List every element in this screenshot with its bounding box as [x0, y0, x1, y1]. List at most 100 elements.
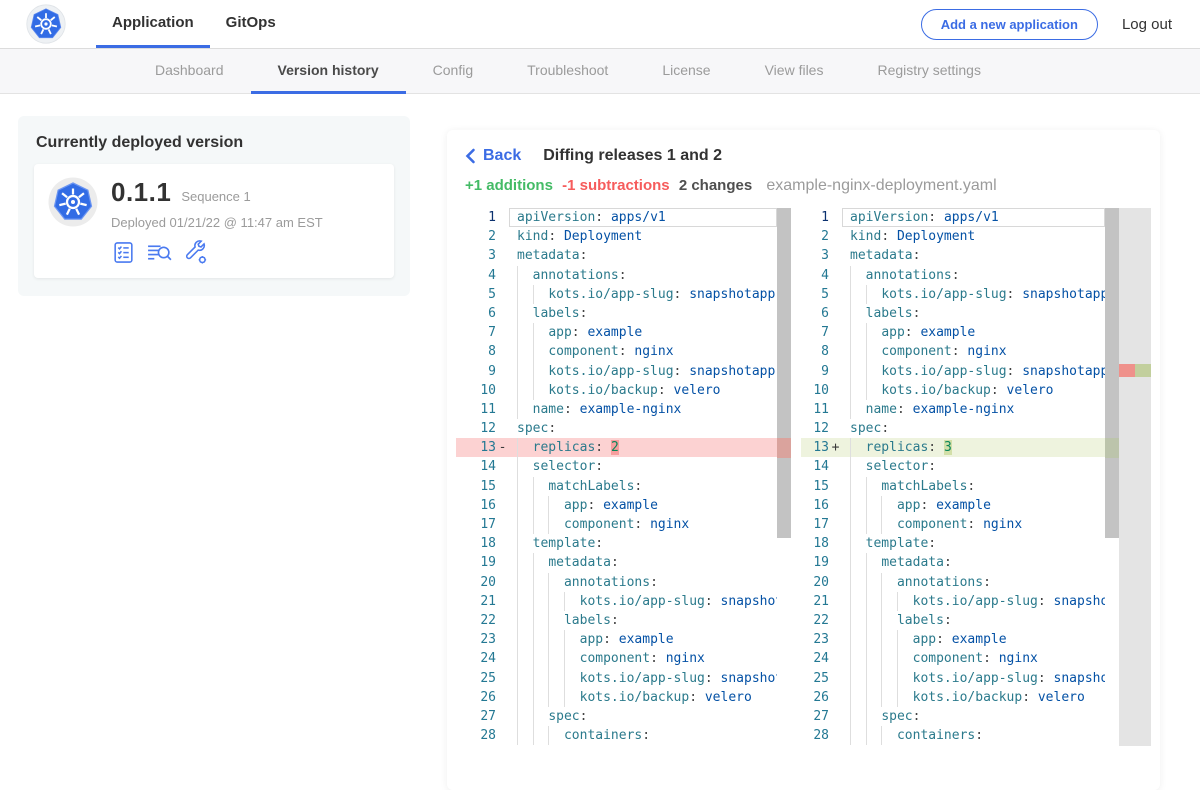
code-line-10: 10 kots.io/backup: velero — [801, 381, 1105, 400]
code-line-26: 26 kots.io/backup: velero — [801, 688, 1105, 707]
code-line-18: 18 template: — [456, 534, 777, 553]
subtractions-count: -1 subtractions — [562, 177, 670, 194]
checklist-icon[interactable] — [111, 240, 136, 265]
deployed-card-title: Currently deployed version — [36, 134, 394, 152]
deployed-action-icons — [111, 240, 323, 265]
code-line-20: 20 annotations: — [801, 573, 1105, 592]
code-line-13-added: 13+ replicas: 3 — [801, 438, 1105, 457]
additions-count: +1 additions — [465, 177, 553, 194]
code-line-11: 11 name: example-nginx — [456, 400, 777, 419]
subnav-item-registry-settings[interactable]: Registry settings — [850, 49, 1007, 94]
deployed-version-tile: 0.1.1 Sequence 1 Deployed 01/21/22 @ 11:… — [34, 164, 394, 278]
diff-stats: +1 additions -1 subtractions 2 changes e… — [447, 165, 1160, 208]
code-line-27: 27 spec: — [801, 707, 1105, 726]
code-line-11: 11 name: example-nginx — [801, 400, 1105, 419]
code-line-6: 6 labels: — [801, 304, 1105, 323]
diff-header: Back Diffing releases 1 and 2 — [447, 130, 1160, 165]
deployed-timestamp: Deployed 01/21/22 @ 11:47 am EST — [111, 215, 323, 230]
ruler-removed-marker — [1119, 364, 1135, 377]
changes-count: 2 changes — [679, 177, 752, 194]
code-line-6: 6 labels: — [456, 304, 777, 323]
code-line-17: 17 component: nginx — [456, 515, 777, 534]
code-line-28: 28 containers: — [801, 726, 1105, 745]
code-line-14: 14 selector: — [456, 457, 777, 476]
code-line-16: 16 app: example — [801, 496, 1105, 515]
top-bar: Application GitOps Add a new application… — [0, 0, 1200, 48]
subnav-item-config[interactable]: Config — [406, 49, 500, 94]
code-line-14: 14 selector: — [801, 457, 1105, 476]
code-line-19: 19 metadata: — [456, 553, 777, 572]
ruler-added-marker — [1135, 364, 1151, 377]
code-line-1: 1apiVersion: apps/v1 — [801, 208, 1105, 227]
code-line-16: 16 app: example — [456, 496, 777, 515]
diff-editors: 1apiVersion: apps/v12kind: Deployment3me… — [447, 208, 1160, 746]
code-line-12: 12spec: — [801, 419, 1105, 438]
code-line-21: 21 kots.io/app-slug: snapshotap — [801, 592, 1105, 611]
diff-panel: Back Diffing releases 1 and 2 +1 additio… — [447, 130, 1160, 790]
diff-title: Diffing releases 1 and 2 — [543, 147, 722, 165]
code-line-15: 15 matchLabels: — [456, 477, 777, 496]
subnav-item-version-history[interactable]: Version history — [251, 49, 406, 94]
scrollbar-added-line-marker — [1105, 438, 1119, 457]
code-line-19: 19 metadata: — [801, 553, 1105, 572]
code-line-8: 8 component: nginx — [456, 342, 777, 361]
code-line-9: 9 kots.io/app-slug: snapshotapp-mu — [801, 362, 1105, 381]
tab-application[interactable]: Application — [96, 0, 210, 48]
code-line-4: 4 annotations: — [801, 266, 1105, 285]
code-line-24: 24 component: nginx — [801, 649, 1105, 668]
wrench-gear-icon[interactable] — [183, 240, 208, 265]
subnav-item-troubleshoot[interactable]: Troubleshoot — [500, 49, 635, 94]
scrollbar-thumb[interactable] — [777, 208, 791, 538]
code-line-13-removed: 13- replicas: 2 — [456, 438, 777, 457]
view-logs-icon[interactable] — [146, 240, 173, 265]
back-button[interactable]: Back — [465, 147, 521, 165]
code-line-5: 5 kots.io/app-slug: snapshotapp-mu — [456, 285, 777, 304]
diff-pane-original[interactable]: 1apiVersion: apps/v12kind: Deployment3me… — [456, 208, 791, 746]
overview-ruler — [1119, 208, 1151, 746]
chevron-left-icon — [465, 148, 476, 164]
code-line-4: 4 annotations: — [456, 266, 777, 285]
logout-link[interactable]: Log out — [1122, 16, 1172, 33]
add-application-button[interactable]: Add a new application — [921, 9, 1098, 40]
code-line-1: 1apiVersion: apps/v1 — [456, 208, 777, 227]
tab-gitops[interactable]: GitOps — [210, 0, 292, 48]
code-line-15: 15 matchLabels: — [801, 477, 1105, 496]
subnav-item-dashboard[interactable]: Dashboard — [128, 49, 251, 94]
code-line-26: 26 kots.io/backup: velero — [456, 688, 777, 707]
scrollbar-removed-line-marker — [777, 438, 791, 457]
top-nav-tabs: Application GitOps — [96, 0, 292, 48]
code-line-25: 25 kots.io/app-slug: snapshotap — [456, 669, 777, 688]
subnav-item-view-files[interactable]: View files — [738, 49, 851, 94]
code-line-21: 21 kots.io/app-slug: snapshotap — [456, 592, 777, 611]
code-line-20: 20 annotations: — [456, 573, 777, 592]
subnav-item-license[interactable]: License — [635, 49, 737, 94]
code-line-3: 3metadata: — [801, 246, 1105, 265]
deployed-sequence-label: Sequence 1 — [181, 189, 250, 204]
scrollbar-thumb[interactable] — [1105, 208, 1119, 538]
code-line-27: 27 spec: — [456, 707, 777, 726]
code-line-7: 7 app: example — [456, 323, 777, 342]
kubernetes-logo — [48, 177, 98, 227]
code-line-25: 25 kots.io/app-slug: snapshotap — [801, 669, 1105, 688]
code-line-5: 5 kots.io/app-slug: snapshotapp-mu — [801, 285, 1105, 304]
code-line-9: 9 kots.io/app-slug: snapshotapp-mu — [456, 362, 777, 381]
diff-filename: example-nginx-deployment.yaml — [766, 177, 996, 194]
app-subnav: Dashboard Version history Config Trouble… — [0, 48, 1200, 94]
code-line-8: 8 component: nginx — [801, 342, 1105, 361]
code-line-23: 23 app: example — [801, 630, 1105, 649]
code-line-17: 17 component: nginx — [801, 515, 1105, 534]
code-line-23: 23 app: example — [456, 630, 777, 649]
deployed-version-number: 0.1.1 — [111, 177, 171, 208]
code-line-10: 10 kots.io/backup: velero — [456, 381, 777, 400]
code-line-3: 3metadata: — [456, 246, 777, 265]
code-line-22: 22 labels: — [456, 611, 777, 630]
code-line-22: 22 labels: — [801, 611, 1105, 630]
back-label: Back — [483, 147, 521, 165]
code-line-18: 18 template: — [801, 534, 1105, 553]
kubernetes-logo — [26, 4, 66, 44]
code-line-28: 28 containers: — [456, 726, 777, 745]
code-line-2: 2kind: Deployment — [801, 227, 1105, 246]
code-line-12: 12spec: — [456, 419, 777, 438]
code-line-2: 2kind: Deployment — [456, 227, 777, 246]
diff-pane-modified[interactable]: 1apiVersion: apps/v12kind: Deployment3me… — [801, 208, 1151, 746]
